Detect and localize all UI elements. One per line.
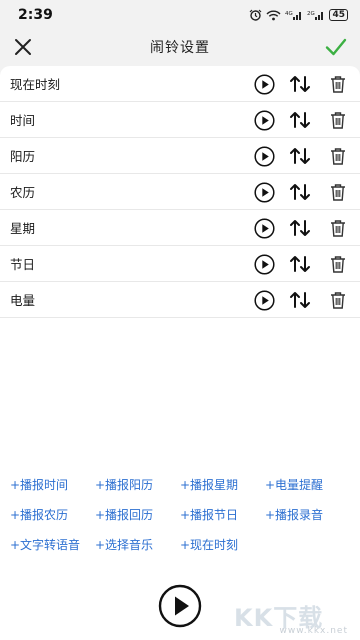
status-time: 2:39	[18, 7, 53, 23]
item-label: 星期	[10, 221, 36, 236]
empty-area	[0, 318, 360, 460]
add-tag[interactable]: +播报录音	[265, 508, 350, 522]
status-icons: 4G 2G 45	[249, 9, 348, 21]
play-all-button[interactable]	[158, 584, 202, 628]
trash-icon[interactable]	[326, 288, 350, 312]
trash-icon[interactable]	[326, 108, 350, 132]
signal-icon-1: 4G	[285, 11, 302, 20]
check-icon[interactable]	[324, 35, 348, 59]
alarm-items-list: 现在时刻 时间 阳历 农历 星期 节日 电量	[0, 66, 360, 318]
add-tag[interactable]: +选择音乐	[95, 538, 180, 552]
watermark-logo: KK下载 www.kkx.net	[234, 596, 352, 636]
item-label: 现在时刻	[10, 77, 61, 92]
sort-icon[interactable]	[288, 72, 312, 96]
sort-icon[interactable]	[288, 252, 312, 276]
sort-icon[interactable]	[288, 288, 312, 312]
item-label: 电量	[10, 293, 36, 308]
page-title: 闹铃设置	[150, 40, 210, 56]
trash-icon[interactable]	[326, 72, 350, 96]
item-label: 阳历	[10, 149, 36, 164]
signal-icon-2: 2G	[307, 11, 324, 20]
play-icon[interactable]	[252, 108, 276, 132]
status-bar: 2:39 4G 2G 45	[0, 0, 360, 30]
trash-icon[interactable]	[326, 216, 350, 240]
play-icon[interactable]	[252, 180, 276, 204]
bottom-bar: KK下载 www.kkx.net	[0, 570, 360, 640]
item-label: 节日	[10, 257, 36, 272]
watermark-url: www.kkx.net	[279, 626, 348, 636]
alarm-icon	[250, 9, 262, 21]
add-tag[interactable]: +播报阳历	[95, 478, 180, 492]
item-label: 时间	[10, 113, 36, 128]
add-tag[interactable]: +播报节日	[180, 508, 265, 522]
battery-indicator: 45	[329, 9, 348, 21]
trash-icon[interactable]	[326, 180, 350, 204]
sort-icon[interactable]	[288, 144, 312, 168]
add-tag[interactable]: +现在时刻	[180, 538, 265, 552]
add-tag[interactable]: +文字转语音	[10, 538, 95, 552]
trash-icon[interactable]	[326, 252, 350, 276]
wifi-icon	[266, 10, 281, 20]
list-item: 农历	[0, 174, 360, 210]
play-icon[interactable]	[252, 72, 276, 96]
list-item: 阳历	[0, 138, 360, 174]
list-item: 电量	[0, 282, 360, 318]
add-tag[interactable]: +播报农历	[10, 508, 95, 522]
play-icon[interactable]	[252, 216, 276, 240]
add-tag[interactable]: +播报星期	[180, 478, 265, 492]
signal1-label: 4G	[285, 11, 293, 17]
signal2-label: 2G	[307, 11, 315, 17]
item-label: 农历	[10, 185, 36, 200]
play-icon[interactable]	[252, 144, 276, 168]
add-tag[interactable]: +电量提醒	[265, 478, 350, 492]
trash-icon[interactable]	[326, 144, 350, 168]
list-item: 节日	[0, 246, 360, 282]
add-tag[interactable]: +播报回历	[95, 508, 180, 522]
play-icon[interactable]	[252, 288, 276, 312]
list-item: 时间	[0, 102, 360, 138]
sort-icon[interactable]	[288, 216, 312, 240]
play-icon[interactable]	[252, 252, 276, 276]
sort-icon[interactable]	[288, 108, 312, 132]
header: 闹铃设置	[0, 30, 360, 64]
sort-icon[interactable]	[288, 180, 312, 204]
add-options-panel: +播报时间 +播报阳历 +播报星期 +电量提醒 +播报农历 +播报回历 +播报节…	[0, 460, 360, 570]
close-icon[interactable]	[12, 36, 34, 58]
list-item: 星期	[0, 210, 360, 246]
add-tag[interactable]: +播报时间	[10, 478, 95, 492]
list-item: 现在时刻	[0, 66, 360, 102]
